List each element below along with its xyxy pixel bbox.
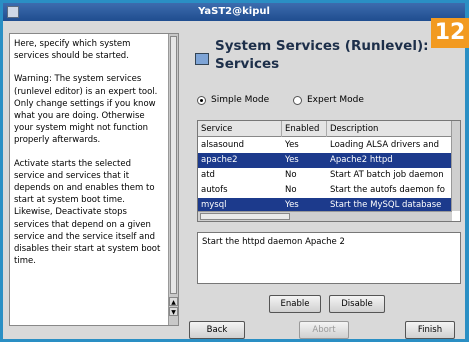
services-icon: [195, 53, 209, 65]
disable-button[interactable]: Disable: [329, 295, 385, 313]
column-header-description[interactable]: Description: [327, 121, 452, 137]
yast-window: Here, specify which system services shou…: [3, 21, 465, 339]
cell-enabled: No: [285, 170, 297, 180]
table-header: Service Enabled Description: [198, 121, 452, 137]
expert-mode-label: Expert Mode: [307, 95, 364, 105]
cell-service: autofs: [201, 185, 228, 195]
cell-enabled: No: [285, 185, 297, 195]
finish-button[interactable]: Finish: [405, 321, 455, 339]
cell-service: alsasound: [201, 140, 245, 150]
wizard-button-bar: Back Abort Finish: [3, 321, 465, 339]
help-scrollbar[interactable]: ▲ ▼: [168, 34, 178, 325]
cell-description: Loading ALSA drivers and: [330, 140, 439, 150]
table-row[interactable]: atd No Start AT batch job daemon: [198, 168, 452, 183]
scroll-up-icon[interactable]: ▲: [169, 297, 178, 306]
table-row[interactable]: autofs No Start the autofs daemon fo: [198, 183, 452, 198]
window-titlebar[interactable]: YaST2@kipul: [3, 3, 465, 21]
cell-description: Apache2 httpd: [330, 155, 393, 165]
service-description: Start the httpd daemon Apache 2: [197, 232, 461, 284]
abort-button[interactable]: Abort: [299, 321, 349, 339]
table-row[interactable]: apache2 Yes Apache2 httpd: [198, 153, 452, 168]
help-paragraph-intro: Here, specify which system services shou…: [14, 39, 131, 62]
cell-service: atd: [201, 170, 215, 180]
back-button[interactable]: Back: [189, 321, 245, 339]
help-paragraph-activate: Activate starts the selected service and…: [14, 158, 161, 267]
help-paragraph-warning: Warning: The system services (runlevel e…: [14, 74, 158, 146]
page-title: System Services (Runlevel): Services: [215, 38, 429, 72]
table-row[interactable]: alsasound Yes Loading ALSA drivers and: [198, 138, 452, 153]
simple-mode-radio[interactable]: Simple Mode: [197, 95, 269, 105]
column-header-service[interactable]: Service: [198, 121, 282, 137]
simple-mode-label: Simple Mode: [211, 95, 270, 105]
help-scroll-thumb[interactable]: [170, 36, 177, 294]
help-text: Here, specify which system services shou…: [14, 38, 164, 278]
cell-description: Start AT batch job daemon: [330, 170, 444, 180]
horizontal-scroll-thumb[interactable]: [200, 213, 290, 220]
help-panel: Here, specify which system services shou…: [9, 33, 179, 326]
window-title: YaST2@kipul: [198, 6, 270, 17]
expert-mode-radio[interactable]: Expert Mode: [293, 95, 364, 105]
radio-unselected-icon: [293, 95, 302, 105]
cell-enabled: Yes: [285, 155, 299, 165]
mode-selector: Simple Mode Expert Mode: [197, 95, 457, 109]
enable-button[interactable]: Enable: [269, 295, 321, 313]
main-panel: System Services (Runlevel): Services Sim…: [189, 33, 461, 326]
desktop-frame: YaST2@kipul 12 Here, specify which syste…: [0, 0, 469, 342]
cell-enabled: Yes: [285, 140, 299, 150]
table-vertical-scrollbar[interactable]: [451, 121, 460, 211]
scroll-down-icon[interactable]: ▼: [169, 307, 178, 316]
page-number-badge: 12: [431, 18, 469, 48]
radio-selected-icon: [197, 95, 206, 105]
column-header-enabled[interactable]: Enabled: [282, 121, 327, 137]
services-table: Service Enabled Description alsasound Ye…: [197, 120, 461, 222]
cell-service: apache2: [201, 155, 238, 165]
cell-description: Start the autofs daemon fo: [330, 185, 445, 195]
table-horizontal-scrollbar[interactable]: [198, 211, 452, 221]
